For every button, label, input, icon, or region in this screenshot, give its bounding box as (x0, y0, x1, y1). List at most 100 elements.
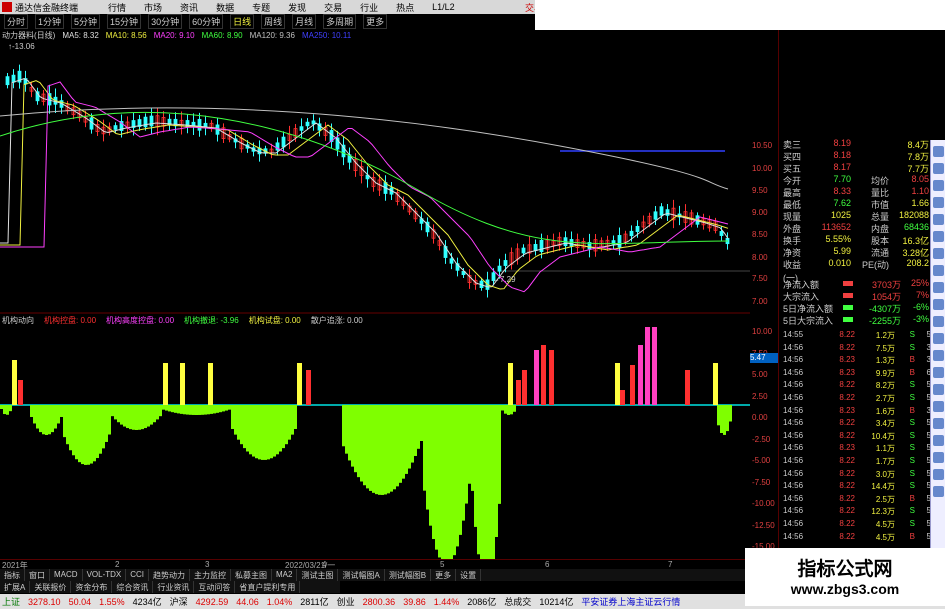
menu-item[interactable]: 专题 (252, 1, 270, 14)
menu-item[interactable]: 数据 (216, 1, 234, 14)
outflow-bar (417, 405, 420, 449)
extension-tab[interactable]: 扩展A (0, 581, 31, 593)
side-tool-icon[interactable] (933, 350, 944, 361)
period-tab[interactable]: 1分钟 (35, 14, 65, 29)
side-tool-icon[interactable] (933, 452, 944, 463)
side-tool-icon[interactable] (933, 316, 944, 327)
tick-count: 5 (926, 393, 931, 402)
side-tool-icon[interactable] (933, 265, 944, 276)
menu-item[interactable]: 行情 (108, 1, 126, 14)
quote-value: 0.010 (828, 258, 851, 268)
period-tab[interactable]: 30分钟 (148, 14, 183, 29)
institution-trend-chart[interactable] (0, 327, 750, 559)
side-tool-icon[interactable] (933, 401, 944, 412)
side-tool-icon[interactable] (933, 469, 944, 480)
indicator-tab[interactable]: 测试幅图B (385, 569, 432, 581)
indicator-tab[interactable]: 私募主图 (231, 569, 273, 581)
indicator-tab[interactable]: 窗口 (25, 569, 50, 581)
extension-tab[interactable]: 资金分布 (71, 581, 113, 593)
indicator-tab[interactable]: 趋势动力 (149, 569, 191, 581)
status-item: 4234亿 (132, 597, 162, 607)
menu-item[interactable]: 交易 (324, 1, 342, 14)
tick-side: S (909, 506, 915, 516)
period-tab[interactable]: 更多 (363, 14, 388, 29)
extension-tab[interactable]: 综合资讯 (112, 581, 154, 593)
period-tab[interactable]: 多周期 (323, 14, 357, 29)
indicator-tab[interactable]: CCI (126, 569, 150, 581)
quote-row: 卖三 8.19 8.4万 (783, 138, 929, 150)
tick-side: S (909, 468, 915, 478)
side-tool-icon[interactable] (933, 248, 944, 259)
indicator-tab[interactable]: 设置 (456, 569, 482, 581)
status-item: 2086亿 (467, 597, 497, 607)
side-tool-icon[interactable] (933, 231, 944, 242)
outflow-bar (420, 405, 423, 441)
side-tool-icon[interactable] (933, 299, 944, 310)
menu-item[interactable]: 市场 (144, 1, 162, 14)
side-tool-icon[interactable] (933, 214, 944, 225)
outflow-bar (447, 405, 450, 559)
menu-item[interactable]: 发现 (288, 1, 306, 14)
indicator-tab[interactable]: 测试主图 (297, 569, 339, 581)
side-tool-icon[interactable] (933, 197, 944, 208)
candlestick-chart[interactable]: ↑-13.06 ←7.29 (0, 41, 750, 314)
indicator-tab[interactable]: 主力监控 (190, 569, 232, 581)
candle-body (539, 239, 544, 253)
side-tool-icon[interactable] (933, 180, 944, 191)
outflow-bar (270, 405, 273, 459)
tick-row: 14:56 8.22 12.3万 S 5 (783, 506, 931, 516)
outflow-bar (261, 405, 264, 460)
signal-bar (615, 363, 620, 405)
outflow-bar (72, 405, 75, 456)
side-tool-icon[interactable] (933, 146, 944, 157)
indicator-tab[interactable]: 指标 (0, 569, 25, 581)
sub-tick: 0.00 (752, 413, 768, 422)
signal-bar (180, 363, 185, 405)
extension-tab[interactable]: 互动问答 (194, 581, 236, 593)
extension-tab[interactable]: 省直户提利专用 (235, 581, 301, 593)
period-tab[interactable]: 分时 (4, 14, 29, 29)
menu-item[interactable]: 行业 (360, 1, 378, 14)
signal-bar (645, 327, 650, 405)
period-tab[interactable]: 5分钟 (71, 14, 101, 29)
sub-tick: -10.00 (752, 499, 775, 508)
menu-item[interactable]: L1/L2 (432, 2, 455, 12)
outflow-bar (207, 405, 210, 415)
side-tool-icon[interactable] (933, 333, 944, 344)
period-tab[interactable]: 60分钟 (189, 14, 224, 29)
period-tab[interactable]: 周线 (261, 14, 286, 29)
side-tool-icon[interactable] (933, 163, 944, 174)
quote-row: 现量 1025 总量 182088 (783, 210, 929, 222)
outflow-bar (225, 405, 228, 411)
quote-label: 买四 (783, 152, 802, 162)
candle-body (665, 209, 670, 216)
extension-tab[interactable]: 关联报价 (30, 581, 72, 593)
outflow-bar (69, 405, 72, 451)
indicator-tab[interactable]: VOL-TDX (83, 569, 127, 581)
tick-time: 14:56 (783, 493, 804, 503)
side-tool-icon[interactable] (933, 435, 944, 446)
price-tick: 10.00 (752, 164, 773, 173)
outflow-bar (3, 405, 6, 415)
quote-value-2: 8.4万 (907, 140, 929, 150)
extension-tab[interactable]: 行业资讯 (153, 581, 195, 593)
tick-row: 14:56 8.22 1.7万 S 5 (783, 456, 931, 466)
side-tool-icon[interactable] (933, 486, 944, 497)
period-tab[interactable]: 15分钟 (107, 14, 142, 29)
indicator-tab[interactable]: MACD (50, 569, 83, 581)
period-tab[interactable]: 日线 (230, 14, 255, 29)
side-tool-icon[interactable] (933, 418, 944, 429)
indicator-tab[interactable]: MA2 (272, 569, 298, 581)
outflow-bar (729, 405, 732, 422)
menu-item[interactable]: 资讯 (180, 1, 198, 14)
side-tool-icon[interactable] (933, 367, 944, 378)
period-tab[interactable]: 月线 (292, 14, 317, 29)
outflow-bar (294, 405, 297, 429)
indicator-tab[interactable]: 更多 (431, 569, 457, 581)
tick-count: 5 (926, 443, 931, 453)
outflow-bar (114, 405, 117, 420)
indicator-tab[interactable]: 测试幅图A (338, 569, 385, 581)
side-tool-icon[interactable] (933, 384, 944, 395)
menu-item[interactable]: 热点 (396, 1, 414, 14)
side-tool-icon[interactable] (933, 282, 944, 293)
